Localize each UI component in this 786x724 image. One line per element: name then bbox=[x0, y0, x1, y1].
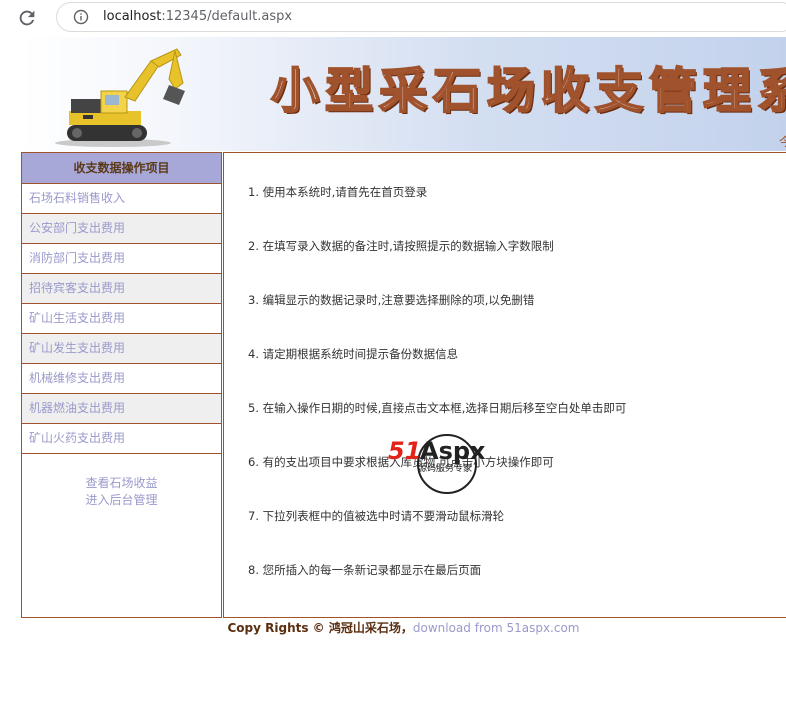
watermark-aspx-text: Aspx bbox=[420, 437, 486, 465]
instructions-panel: 1. 使用本系统时,请首先在首页登录 2. 在填写录入数据的备注时,请按照提示的… bbox=[223, 152, 786, 618]
sidebar-item-repair-expense[interactable]: 机械维修支出费用 bbox=[22, 364, 221, 394]
header-banner: 小型采石场收支管理系统 今 bbox=[21, 37, 786, 151]
instruction-item-7: 7. 下拉列表框中的值被选中时请不要滑动鼠标滑轮 bbox=[248, 509, 505, 523]
sidebar-item-incident-expense[interactable]: 矿山发生支出费用 bbox=[22, 334, 221, 364]
browser-toolbar: localhost:12345/default.aspx bbox=[0, 0, 786, 36]
sidebar-item-fire-expense[interactable]: 消防部门支出费用 bbox=[22, 244, 221, 274]
page-container: 小型采石场收支管理系统 今 收支数据操作项目 石场石料销售收入 公安部门支出费用… bbox=[21, 37, 786, 637]
admin-panel-link[interactable]: 进入后台管理 bbox=[22, 492, 221, 509]
excavator-image bbox=[55, 48, 185, 147]
sidebar: 收支数据操作项目 石场石料销售收入 公安部门支出费用 消防部门支出费用 招待宾客… bbox=[21, 152, 222, 618]
51aspx-watermark-logo: 51 Aspx 源码服务专家 bbox=[388, 434, 486, 494]
reload-icon[interactable] bbox=[16, 7, 38, 29]
banner-date-text: 今 bbox=[779, 135, 786, 149]
sidebar-item-stone-sales[interactable]: 石场石料销售收入 bbox=[22, 184, 221, 214]
url-text[interactable]: localhost:12345/default.aspx bbox=[103, 9, 292, 24]
copyright-text: Copy Rights © 鸿冠山采石场， bbox=[227, 621, 413, 635]
sidebar-item-hospitality-expense[interactable]: 招待宾客支出费用 bbox=[22, 274, 221, 304]
sidebar-heading: 收支数据操作项目 bbox=[22, 153, 221, 184]
url-host: localhost bbox=[103, 9, 162, 24]
sidebar-item-fuel-expense[interactable]: 机器燃油支出费用 bbox=[22, 394, 221, 424]
instruction-item-8: 8. 您所插入的每一条新记录都显示在最后页面 bbox=[248, 563, 482, 577]
url-path: :12345/default.aspx bbox=[161, 9, 293, 24]
footer: Copy Rights © 鸿冠山采石场，download from 51asp… bbox=[21, 619, 786, 636]
sidebar-item-explosive-expense[interactable]: 矿山火药支出费用 bbox=[22, 424, 221, 454]
instruction-item-1: 1. 使用本系统时,请首先在首页登录 bbox=[248, 185, 428, 199]
sidebar-links: 查看石场收益 进入后台管理 bbox=[22, 475, 221, 509]
system-title: 小型采石场收支管理系统 bbox=[270, 62, 786, 120]
address-bar[interactable]: localhost:12345/default.aspx bbox=[56, 2, 786, 32]
site-info-icon[interactable] bbox=[73, 9, 89, 25]
download-link[interactable]: download from 51aspx.com bbox=[413, 621, 580, 635]
watermark-tagline: 源码服务专家 bbox=[418, 462, 472, 474]
watermark-51-text: 51 bbox=[388, 437, 421, 465]
view-income-link[interactable]: 查看石场收益 bbox=[22, 475, 221, 492]
sidebar-item-living-expense[interactable]: 矿山生活支出费用 bbox=[22, 304, 221, 334]
instruction-item-2: 2. 在填写录入数据的备注时,请按照提示的数据输入字数限制 bbox=[248, 239, 554, 253]
instruction-item-4: 4. 请定期根据系统时间提示备份数据信息 bbox=[248, 347, 459, 361]
sidebar-item-police-expense[interactable]: 公安部门支出费用 bbox=[22, 214, 221, 244]
instruction-item-3: 3. 编辑显示的数据记录时,注意要选择删除的项,以免删错 bbox=[248, 293, 535, 307]
instruction-item-5: 5. 在输入操作日期的时候,直接点击文本框,选择日期后移至空白处单击即可 bbox=[248, 401, 627, 415]
